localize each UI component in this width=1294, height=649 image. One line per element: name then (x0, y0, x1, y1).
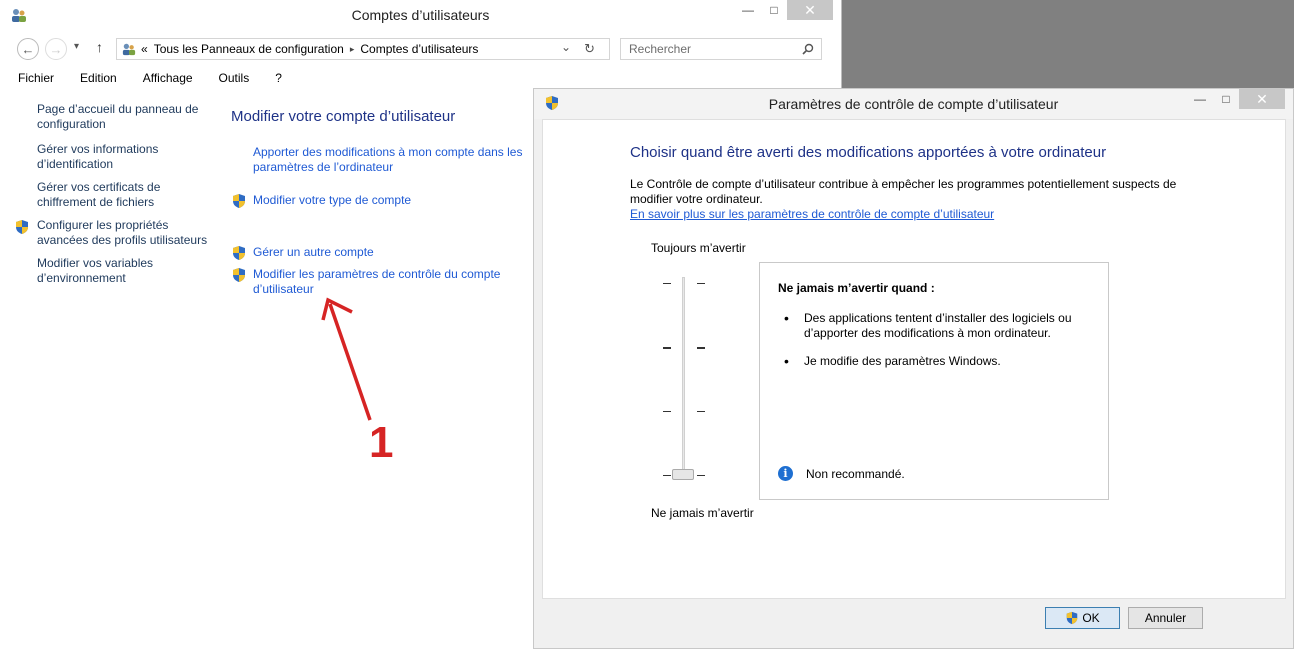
arrow-1-icon (321, 297, 372, 421)
ok-label: OK (1082, 611, 1100, 625)
slider-tick (697, 283, 705, 284)
slider-tick (663, 283, 671, 284)
slider-tick (663, 475, 671, 476)
uac-slider-thumb[interactable] (672, 469, 694, 480)
uac-settings-dialog: Paramètres de contrôle de compte d’utili… (533, 88, 1294, 649)
setting-bullets: Des applications tentent d’installer des… (778, 311, 1098, 382)
ok-button[interactable]: OK (1045, 607, 1120, 629)
learn-more-link[interactable]: En savoir plus sur les paramètres de con… (630, 207, 994, 221)
maximize-button[interactable]: □ (1213, 89, 1239, 109)
slider-tick (663, 347, 671, 349)
note-text: Non recommandé. (806, 466, 905, 481)
info-icon: i (778, 466, 793, 481)
dialog-body: Choisir quand être averti des modificati… (542, 119, 1286, 599)
dialog-heading: Choisir quand être averti des modificati… (630, 144, 1107, 161)
minimize-button[interactable]: — (1187, 89, 1213, 109)
list-item: Des applications tentent d’installer des… (778, 311, 1098, 341)
slider-tick (697, 411, 705, 412)
slider-bottom-label: Ne jamais m’avertir (651, 506, 754, 520)
slider-top-label: Toujours m’avertir (651, 241, 746, 255)
slider-tick (663, 411, 671, 412)
dialog-description: Le Contrôle de compte d’utilisateur cont… (630, 177, 1177, 206)
slider-tick (697, 347, 705, 349)
dialog-title-bar[interactable]: Paramètres de contrôle de compte d’utili… (534, 89, 1293, 119)
uac-slider-track[interactable] (682, 277, 685, 477)
dialog-title: Paramètres de contrôle de compte d’utili… (768, 96, 1059, 112)
recommendation-note: i Non recommandé. (778, 466, 905, 481)
close-button[interactable]: ✕ (1239, 89, 1285, 109)
annotation-number-1: 1 (369, 418, 394, 467)
slider-tick (697, 475, 705, 476)
setting-title: Ne jamais m’avertir quand : (778, 281, 935, 295)
setting-description-box: Ne jamais m’avertir quand : Des applicat… (759, 262, 1109, 500)
uac-shield-icon (1067, 611, 1078, 625)
list-item: Je modifie des paramètres Windows. (778, 354, 1098, 369)
cancel-button[interactable]: Annuler (1128, 607, 1203, 629)
